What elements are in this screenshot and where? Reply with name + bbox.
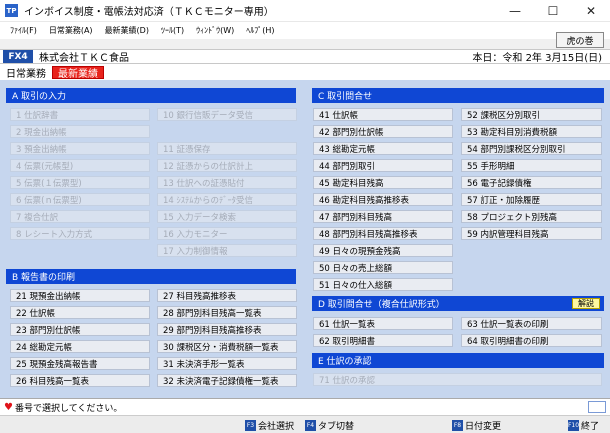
menu-item-13[interactable]: 13 仕訳への証憑貼付 <box>157 176 297 189</box>
menu-item-44[interactable]: 44 部門別取引 <box>313 159 453 172</box>
menu-item-52[interactable]: 52 課税区分別取引 <box>461 108 602 121</box>
menu-item-62[interactable]: 62 取引明細書 <box>313 334 453 347</box>
menu-item-2[interactable]: 2 現金出納帳 <box>10 125 150 138</box>
menu-item-24[interactable]: 24 総勘定元帳 <box>10 340 150 353</box>
menu-item-11[interactable]: 11 証憑保存 <box>157 142 297 155</box>
main-menu-area: A 取引の入力 1 仕訳辞書 2 現金出納帳 3 預金出納帳 4 伝票(元帳型)… <box>0 80 610 398</box>
menu-help[interactable]: ﾍﾙﾌﾟ(H) <box>246 25 274 36</box>
function-key-bar: F3 会社選択 F4 タブ切替 F8 日付変更 F10 終了 <box>0 415 610 433</box>
close-button[interactable]: ✕ <box>572 0 610 22</box>
menu-item-16[interactable]: 16 入力モニター <box>157 227 297 240</box>
menu-item-71[interactable]: 71 仕訳の承認 <box>313 373 602 386</box>
menu-item-49[interactable]: 49 日々の現預金残高 <box>313 244 453 257</box>
menu-item-8[interactable]: 8 レシート入力方式 <box>10 227 150 240</box>
f4-key-icon: F4 <box>305 419 316 431</box>
menu-item-46[interactable]: 46 勘定科目残高推移表 <box>313 193 453 206</box>
menu-window[interactable]: ｳｨﾝﾄﾞｳ(W) <box>196 25 234 36</box>
menu-item-22[interactable]: 22 仕訳帳 <box>10 306 150 319</box>
status-message: 番号で選択してください。 <box>14 403 123 414</box>
menu-item-4[interactable]: 4 伝票(元帳型) <box>10 159 150 172</box>
app-icon: TP <box>5 4 18 17</box>
menu-item-1[interactable]: 1 仕訳辞書 <box>10 108 150 121</box>
menu-item-12[interactable]: 12 証憑からの仕訳計上 <box>157 159 297 172</box>
menu-item-51[interactable]: 51 日々の仕入総額 <box>313 278 453 291</box>
menu-item-15[interactable]: 15 入力データ検索 <box>157 210 297 223</box>
menu-daily[interactable]: 日常業務(A) <box>49 25 93 36</box>
menu-item-57[interactable]: 57 訂正・加除履歴 <box>461 193 602 206</box>
maximize-button[interactable]: ☐ <box>534 0 572 22</box>
menu-item-47[interactable]: 47 部門別科目残高 <box>313 210 453 223</box>
f3-key-icon: F3 <box>245 419 256 431</box>
section-e-header: E 仕訳の承認 <box>312 353 604 368</box>
menu-item-28[interactable]: 28 部門別科目残高一覧表 <box>157 306 297 319</box>
section-d-title: D 取引問合せ（複合仕訳形式） <box>318 300 445 310</box>
menu-item-56[interactable]: 56 電子記録債権 <box>461 176 602 189</box>
menu-item-43[interactable]: 43 総勘定元帳 <box>313 142 453 155</box>
f8-label: 日付変更 <box>465 421 502 432</box>
menu-item-50[interactable]: 50 日々の売上総額 <box>313 261 453 274</box>
menu-item-58[interactable]: 58 プロジェクト別残高 <box>461 210 602 223</box>
tab-daily[interactable]: 日常業務 <box>6 65 46 80</box>
menu-item-61[interactable]: 61 仕訳一覧表 <box>313 317 453 330</box>
menu-item-17[interactable]: 17 入力制御情報 <box>157 244 297 257</box>
section-c-header: C 取引問合せ <box>312 88 604 103</box>
f8-key-icon: F8 <box>452 419 463 431</box>
menu-item-5[interactable]: 5 伝票(１伝票型) <box>10 176 150 189</box>
menu-item-27[interactable]: 27 科目残高推移表 <box>157 289 297 302</box>
menu-bar: ﾌｧｲﾙ(F) 日常業務(A) 最新業績(D) ﾂｰﾙ(T) ｳｨﾝﾄﾞｳ(W)… <box>0 22 610 39</box>
status-bar: ♥ 番号で選択してください。 <box>0 398 610 415</box>
menu-item-55[interactable]: 55 手形明細 <box>461 159 602 172</box>
toolbar-strip <box>0 39 610 49</box>
number-input[interactable] <box>588 401 606 413</box>
menu-item-14[interactable]: 14 ｼｽﾃﾑからのﾃﾞｰﾀ受信 <box>157 193 297 206</box>
menu-tools[interactable]: ﾂｰﾙ(T) <box>161 25 184 36</box>
section-d-header: D 取引問合せ（複合仕訳形式） 解説 <box>312 296 604 311</box>
menu-item-7[interactable]: 7 複合仕訳 <box>10 210 150 223</box>
menu-item-26[interactable]: 26 科目残高一覧表 <box>10 374 150 387</box>
f10-key-icon: F10 <box>567 419 580 431</box>
today-date: 本日：令和 2年 3月15日(日) <box>472 53 602 64</box>
menu-item-53[interactable]: 53 勘定科目別消費税額 <box>461 125 602 138</box>
tab-row: 日常業務 最新業績 <box>0 64 610 80</box>
menu-item-48[interactable]: 48 部門別科目残高推移表 <box>313 227 453 240</box>
company-bar: FX4 株式会社ＴＫＣ食品 本日：令和 2年 3月15日(日) <box>0 49 610 64</box>
f4-tab-switch-button[interactable]: F4 タブ切替 <box>305 418 354 432</box>
section-b-header: B 報告書の印刷 <box>6 269 296 284</box>
menu-item-23[interactable]: 23 部門別仕訳帳 <box>10 323 150 336</box>
product-badge: FX4 <box>3 50 33 63</box>
menu-item-41[interactable]: 41 仕訳帳 <box>313 108 453 121</box>
heart-icon: ♥ <box>4 401 13 413</box>
menu-file[interactable]: ﾌｧｲﾙ(F) <box>10 25 37 36</box>
menu-item-45[interactable]: 45 勘定科目残高 <box>313 176 453 189</box>
company-name: 株式会社ＴＫＣ食品 <box>39 53 129 64</box>
tab-latest[interactable]: 最新業績 <box>52 65 104 80</box>
menu-item-54[interactable]: 54 部門別課税区分別取引 <box>461 142 602 155</box>
f3-label: 会社選択 <box>258 421 295 432</box>
menu-latest[interactable]: 最新業績(D) <box>105 25 149 36</box>
section-a-header: A 取引の入力 <box>6 88 296 103</box>
title-bar: TP インボイス制度・電帳法対応済（ＴＫＣモニター専用） — ☐ ✕ <box>0 0 610 22</box>
menu-item-6[interactable]: 6 伝票(ｎ伝票型) <box>10 193 150 206</box>
f3-company-select-button[interactable]: F3 会社選択 <box>245 418 294 432</box>
menu-item-64[interactable]: 64 取引明細書の印刷 <box>461 334 602 347</box>
menu-item-25[interactable]: 25 現預金残高報告書 <box>10 357 150 370</box>
menu-item-10[interactable]: 10 銀行信販データ受信 <box>157 108 297 121</box>
menu-item-30[interactable]: 30 課税区分・消費税額一覧表 <box>157 340 297 353</box>
minimize-button[interactable]: — <box>496 0 534 22</box>
tora-no-maki-button[interactable]: 虎の巻 <box>556 32 604 48</box>
window-title: インボイス制度・電帳法対応済（ＴＫＣモニター専用） <box>24 7 274 18</box>
menu-item-3[interactable]: 3 預金出納帳 <box>10 142 150 155</box>
f8-date-change-button[interactable]: F8 日付変更 <box>452 418 501 432</box>
menu-item-59[interactable]: 59 内訳管理科目残高 <box>461 227 602 240</box>
menu-item-42[interactable]: 42 部門別仕訳帳 <box>313 125 453 138</box>
f10-exit-button[interactable]: F10 終了 <box>568 418 599 432</box>
menu-item-32[interactable]: 32 未決済電子記録債権一覧表 <box>157 374 297 387</box>
menu-item-21[interactable]: 21 現預金出納帳 <box>10 289 150 302</box>
menu-item-31[interactable]: 31 未決済手形一覧表 <box>157 357 297 370</box>
f10-label: 終了 <box>581 421 600 432</box>
menu-item-29[interactable]: 29 部門別科目残高推移表 <box>157 323 297 336</box>
f4-label: タブ切替 <box>318 421 355 432</box>
help-button[interactable]: 解説 <box>572 298 600 309</box>
menu-item-63[interactable]: 63 仕訳一覧表の印刷 <box>461 317 602 330</box>
